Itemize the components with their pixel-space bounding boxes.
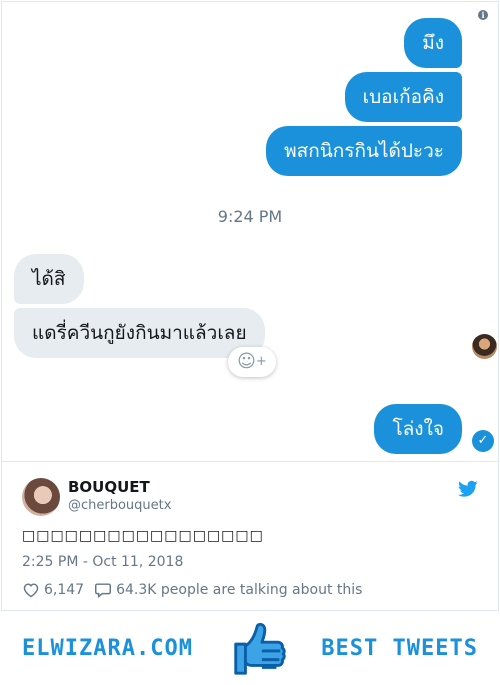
avatar	[472, 334, 497, 359]
author-name[interactable]: BOUQUET	[68, 478, 150, 496]
message-outgoing: โล่งใจ	[374, 404, 462, 454]
message-incoming: แดรี่ควีนกูยังกินมาแล้วเลย	[14, 308, 265, 358]
footer-banner: ELWIZARA.COM BEST TWEETS	[0, 612, 500, 685]
author-handle[interactable]: @cherbouquetx	[68, 498, 171, 513]
thumbs-up-icon	[234, 622, 286, 675]
tagline: BEST TWEETS	[321, 636, 478, 661]
avatar[interactable]	[22, 478, 60, 516]
reply-bubble-icon[interactable]	[94, 582, 112, 598]
message-incoming: ได้สิ	[14, 254, 84, 304]
message-outgoing: พสกนิกรกินได้ปะวะ	[266, 126, 462, 176]
tweet-datetime[interactable]: 2:25 PM - Oct 11, 2018	[22, 554, 183, 570]
screenshot: i มึง เบอเก้อคิง พสกนิกรกินได้ปะวะ 9:24 …	[0, 0, 500, 685]
tweet-text: □□□□□□□□□□□□□□□□□	[22, 528, 264, 544]
add-reaction-icon[interactable]: ☺+	[228, 347, 276, 377]
message-outgoing: เบอเก้อคิง	[344, 72, 462, 122]
embedded-tweet[interactable]: BOUQUET @cherbouquetx □□□□□□□□□□□□□□□□□ …	[1, 461, 499, 611]
talking-about[interactable]: 64.3K people are talking about this	[116, 582, 362, 598]
dm-conversation: i มึง เบอเก้อคิง พสกนิกรกินได้ปะวะ 9:24 …	[1, 1, 499, 461]
twitter-bird-icon[interactable]	[458, 480, 478, 498]
site-name: ELWIZARA.COM	[22, 636, 193, 661]
message-outgoing: มึง	[404, 18, 462, 68]
read-check-icon: ✓	[472, 430, 494, 452]
message-timestamp: 9:24 PM	[217, 207, 283, 226]
info-icon[interactable]: i	[478, 10, 488, 20]
tweet-stats: 6,147 64.3K people are talking about thi…	[22, 582, 368, 598]
heart-icon[interactable]	[22, 582, 40, 598]
likes-count[interactable]: 6,147	[44, 582, 84, 598]
